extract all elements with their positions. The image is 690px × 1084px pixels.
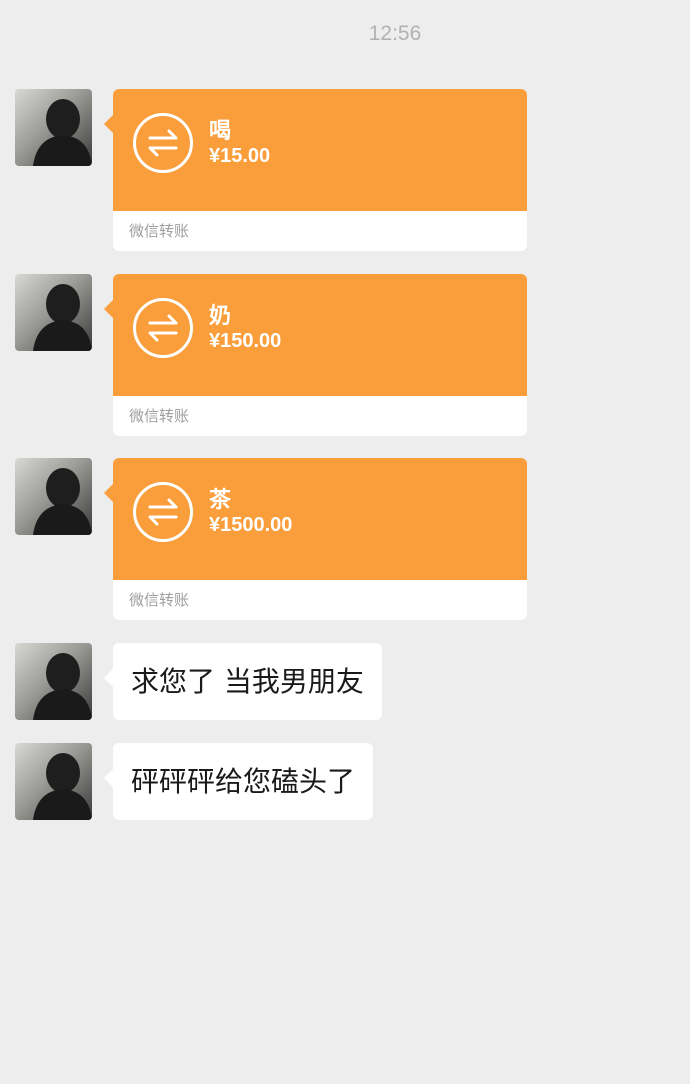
transfer-card[interactable]: 奶 ¥150.00 微信转账 <box>104 274 527 436</box>
avatar[interactable] <box>15 643 92 720</box>
avatar[interactable] <box>15 743 92 820</box>
transfer-card[interactable]: 喝 ¥15.00 微信转账 <box>104 89 527 251</box>
transfer-amount: ¥1500.00 <box>209 514 293 536</box>
transfer-footer-label: 微信转账 <box>129 407 190 425</box>
transfer-note: 喝 <box>209 119 232 144</box>
text-bubble[interactable]: 求您了 当我男朋友 <box>104 643 382 720</box>
transfer-footer-label: 微信转账 <box>129 591 190 609</box>
transfer-arrows-icon <box>133 298 193 358</box>
transfer-note: 茶 <box>209 488 232 513</box>
avatar[interactable] <box>15 274 92 351</box>
transfer-arrows-icon <box>133 113 193 173</box>
transfer-footer-label: 微信转账 <box>129 222 190 240</box>
avatar[interactable] <box>15 89 92 166</box>
transfer-card-body: 奶 ¥150.00 <box>104 274 527 396</box>
transfer-arrows-icon <box>133 482 193 542</box>
transfer-card[interactable]: 茶 ¥1500.00 微信转账 <box>104 458 527 620</box>
chat-timestamp: 12:56 <box>368 22 422 45</box>
text-bubble[interactable]: 砰砰砰给您磕头了 <box>103 743 374 820</box>
transfer-amount: ¥15.00 <box>209 145 271 167</box>
transfer-card-body: 喝 ¥15.00 <box>104 89 527 211</box>
transfer-amount: ¥150.00 <box>209 330 282 352</box>
transfer-card-body: 茶 ¥1500.00 <box>104 458 527 580</box>
avatar[interactable] <box>15 458 92 535</box>
transfer-note: 奶 <box>209 304 232 329</box>
